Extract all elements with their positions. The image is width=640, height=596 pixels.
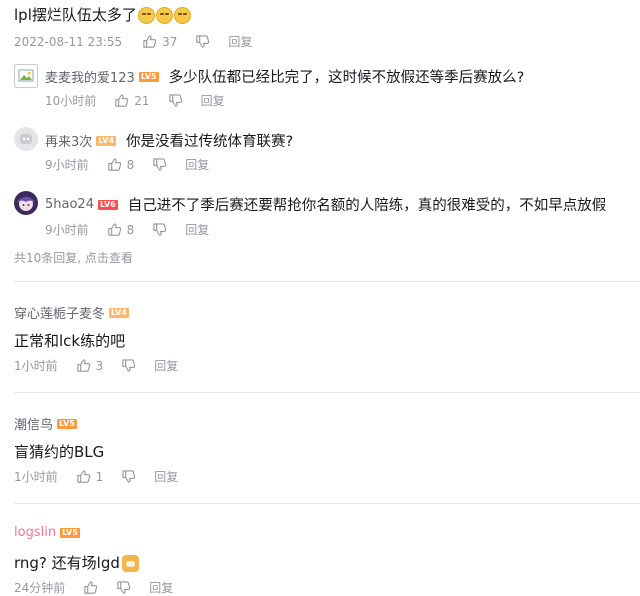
laugh-cry-emoji bbox=[137, 7, 155, 24]
comment-meta: 1小时前 3 回复 bbox=[14, 357, 178, 374]
like-count: 37 bbox=[162, 34, 178, 49]
divider bbox=[14, 503, 640, 504]
reply-text: 多少队伍都已经比完了，这时候不放假还等季后赛放么? bbox=[168, 70, 525, 86]
reply-text: 自己进不了季后赛还要帮抢你名额的人陪练，真的很难受的，不如早点放假 bbox=[127, 198, 607, 214]
level-badge: LV5 bbox=[57, 418, 77, 429]
thumbs-up-icon[interactable] bbox=[76, 358, 91, 373]
view-more-replies[interactable]: 共10条回复, 点击查看 bbox=[14, 249, 133, 266]
thumbs-down-icon[interactable] bbox=[116, 580, 131, 595]
thumbs-down-icon[interactable] bbox=[152, 222, 167, 237]
root-comment-text: lpl摆烂队伍太多了 bbox=[14, 4, 191, 25]
username[interactable]: 再来3次 bbox=[45, 131, 92, 150]
doge-emoji bbox=[121, 555, 139, 572]
thumbs-up-icon[interactable] bbox=[107, 157, 122, 172]
like-count: 21 bbox=[134, 93, 150, 108]
reply-header: 麦麦我的爱123 LV5 多少队伍都已经比完了，这时候不放假还等季后赛放么? bbox=[45, 66, 524, 87]
like-count: 8 bbox=[126, 222, 135, 237]
comment-meta: 24分钟前 回复 bbox=[14, 579, 173, 596]
divider bbox=[14, 281, 640, 282]
avatar[interactable] bbox=[14, 127, 38, 151]
reply-meta: 9小时前 8 回复 bbox=[45, 156, 209, 173]
comment-text: 正常和lck练的吧 bbox=[14, 332, 126, 350]
username[interactable]: 潮信鸟 bbox=[14, 414, 53, 433]
divider bbox=[14, 392, 640, 393]
like-count: 8 bbox=[126, 157, 135, 172]
reply-button[interactable]: 回复 bbox=[185, 221, 209, 238]
comment-time: 1小时前 bbox=[14, 359, 58, 373]
comment-header: 潮信鸟 LV5 bbox=[14, 414, 77, 433]
comment-text: rng? 还有场lgd bbox=[14, 552, 139, 573]
root-comment-meta: 2022-08-11 23:55 37 回复 bbox=[14, 33, 252, 50]
level-badge: LV4 bbox=[96, 135, 117, 146]
comment-time: 1小时前 bbox=[14, 470, 58, 484]
username[interactable]: 麦麦我的爱123 bbox=[45, 67, 135, 86]
avatar[interactable] bbox=[14, 64, 38, 88]
username[interactable]: 5hao24 bbox=[45, 197, 94, 212]
comment-meta: 1小时前 1 回复 bbox=[14, 468, 178, 485]
thumbs-up-icon[interactable] bbox=[114, 93, 129, 108]
laugh-cry-emoji bbox=[155, 7, 173, 24]
username[interactable]: 穿心莲栀子麦冬 bbox=[14, 303, 105, 322]
comment-text: 盲猜约的BLG bbox=[14, 443, 105, 461]
comment-time: 24分钟前 bbox=[14, 581, 66, 595]
reply-text: 你是没看过传统体育联赛? bbox=[126, 134, 294, 150]
thumbs-up-icon[interactable] bbox=[76, 469, 91, 484]
reply-button[interactable]: 回复 bbox=[228, 33, 252, 50]
thumbs-up-icon[interactable] bbox=[142, 34, 157, 49]
thumbs-down-icon[interactable] bbox=[121, 469, 136, 484]
like-count: 1 bbox=[95, 469, 104, 484]
thumbs-down-icon[interactable] bbox=[152, 157, 167, 172]
thumbs-down-icon[interactable] bbox=[195, 34, 210, 49]
level-badge: LV5 bbox=[138, 71, 159, 82]
level-badge: LV5 bbox=[60, 527, 80, 538]
reply-header: 再来3次 LV4 你是没看过传统体育联赛? bbox=[45, 130, 293, 151]
level-badge: LV6 bbox=[97, 199, 118, 210]
comment-time: 2022-08-11 23:55 bbox=[14, 34, 123, 49]
thumbs-down-icon[interactable] bbox=[168, 93, 183, 108]
reply-button[interactable]: 回复 bbox=[201, 92, 225, 109]
level-badge: LV4 bbox=[109, 307, 129, 318]
thumbs-up-icon[interactable] bbox=[83, 580, 98, 595]
comment-time: 9小时前 bbox=[45, 158, 89, 172]
reply-button[interactable]: 回复 bbox=[154, 357, 178, 374]
reply-button[interactable]: 回复 bbox=[149, 579, 173, 596]
comment-time: 10小时前 bbox=[45, 94, 97, 108]
username[interactable]: logslin bbox=[14, 525, 56, 540]
reply-header: 5hao24 LV6 自己进不了季后赛还要帮抢你名额的人陪练，真的很难受的，不如… bbox=[45, 194, 606, 215]
like-count: 3 bbox=[95, 358, 104, 373]
reply-button[interactable]: 回复 bbox=[185, 156, 209, 173]
thumbs-up-icon[interactable] bbox=[107, 222, 122, 237]
comment-header: logslin LV5 bbox=[14, 525, 80, 540]
laugh-cry-emoji bbox=[173, 7, 191, 24]
reply-button[interactable]: 回复 bbox=[154, 468, 178, 485]
comment-time: 9小时前 bbox=[45, 223, 89, 237]
reply-meta: 10小时前 21 回复 bbox=[45, 92, 225, 109]
comment-header: 穿心莲栀子麦冬 LV4 bbox=[14, 303, 129, 322]
avatar[interactable] bbox=[14, 191, 38, 215]
reply-meta: 9小时前 8 回复 bbox=[45, 221, 209, 238]
thumbs-down-icon[interactable] bbox=[121, 358, 136, 373]
